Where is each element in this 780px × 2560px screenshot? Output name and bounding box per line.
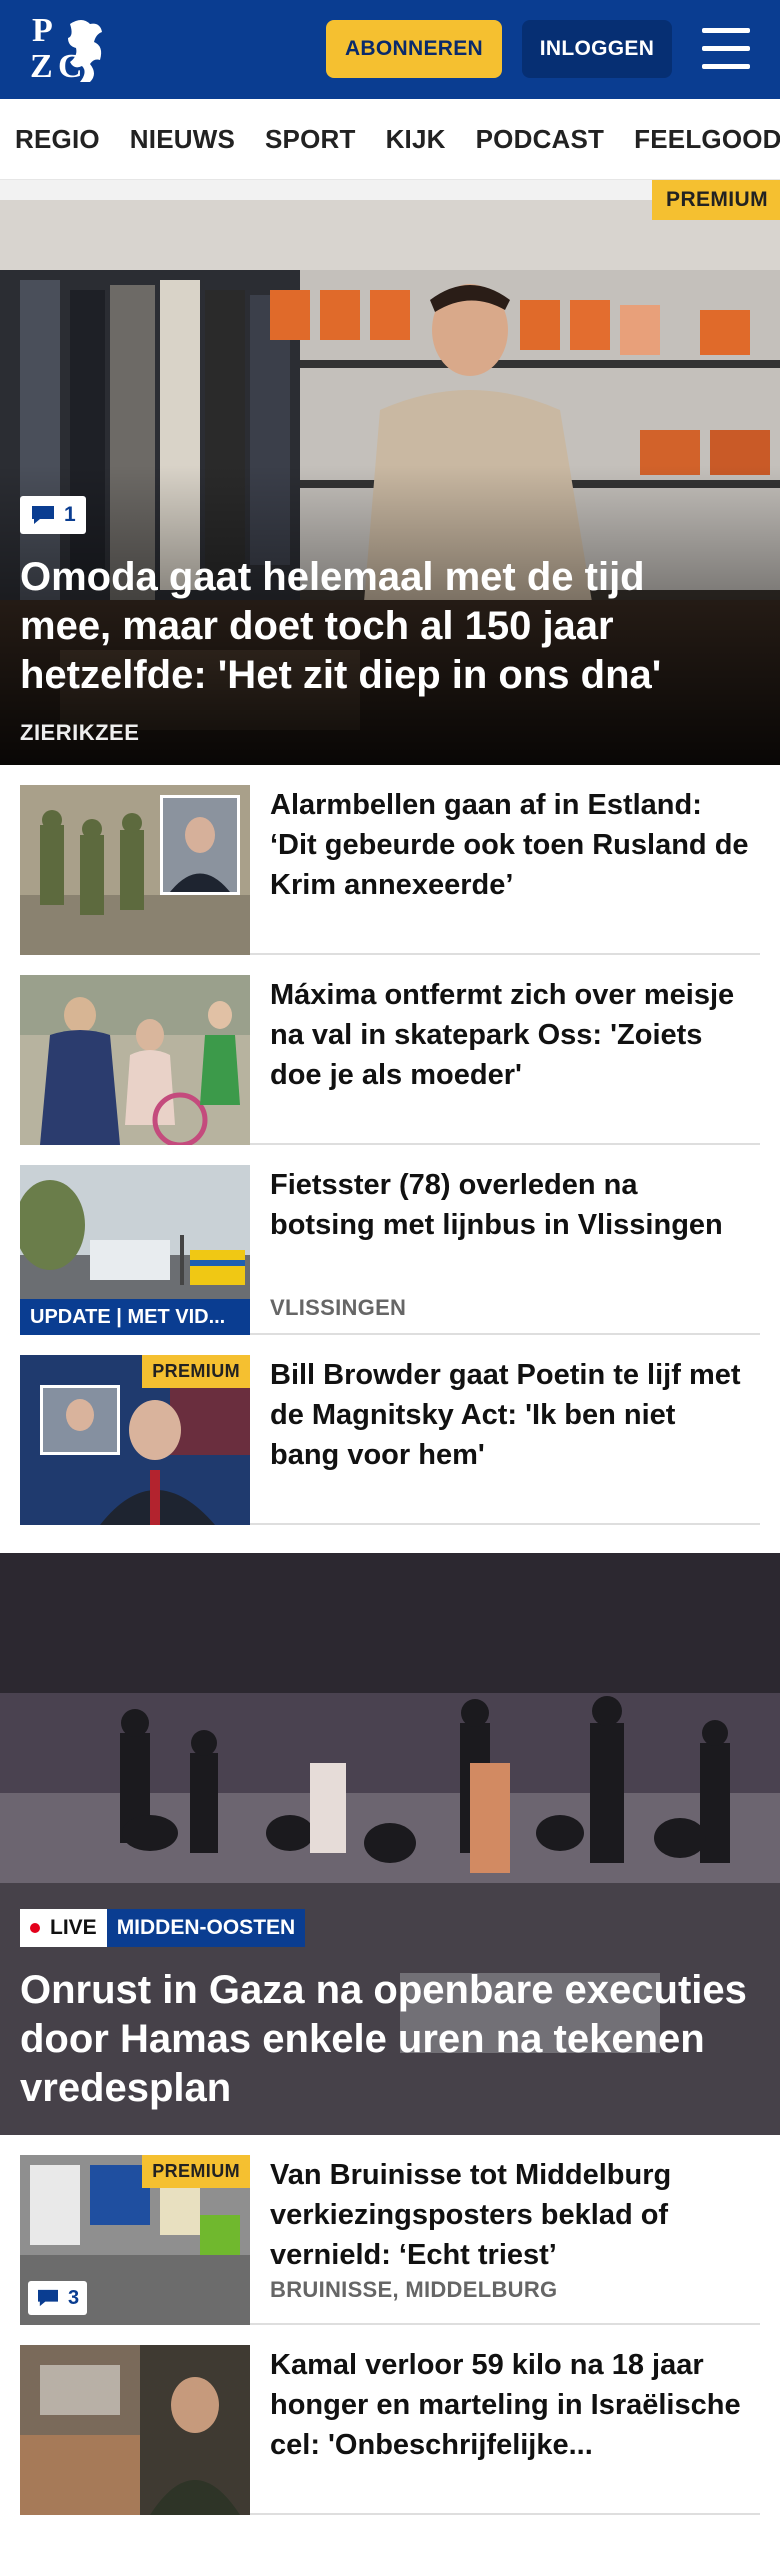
article-location: BRUINISSE, MIDDELBURG [270, 2277, 558, 2302]
nav-item-nieuws[interactable]: NIEUWS [130, 124, 235, 155]
comment-count-badge[interactable]: 3 [28, 2281, 88, 2315]
article-thumbnail[interactable] [20, 785, 250, 955]
list-item[interactable]: Máxima ontfermt zich over meisje na val … [20, 955, 760, 1145]
hero-article[interactable]: PREMIUM 1 Omoda gaat helemaal met de tij… [0, 180, 780, 765]
article-title[interactable]: Kamal verloor 59 kilo na 18 jaar honger … [270, 2345, 750, 2465]
article-title[interactable]: Máxima ontfermt zich over meisje na val … [270, 975, 750, 1095]
article-thumbnail[interactable]: PREMIUM [20, 1355, 250, 1525]
nav-item-sport[interactable]: SPORT [265, 124, 356, 155]
nav-item-kijk[interactable]: KIJK [386, 124, 446, 155]
premium-badge: PREMIUM [142, 1355, 250, 1388]
soldiers-image [20, 785, 250, 955]
maxima-image [20, 975, 250, 1145]
article-location: VLISSINGEN [270, 1295, 407, 1320]
comment-icon [38, 2289, 58, 2307]
nav-item-podcast[interactable]: PODCAST [476, 124, 605, 155]
list-item[interactable]: PREMIUM 3 Van Bruinisse tot Middelburg v… [20, 2135, 760, 2325]
article-thumbnail[interactable] [20, 975, 250, 1145]
nav-item-feelgood[interactable]: FEELGOOD [634, 124, 780, 155]
live-dot-icon [30, 1923, 40, 1933]
hero-headline[interactable]: Omoda gaat helemaal met de tijd mee, maa… [20, 553, 720, 700]
section-nav: REGIO NIEUWS SPORT KIJK PODCAST FEELGOOD… [0, 99, 780, 180]
article-thumbnail[interactable]: PREMIUM 3 [20, 2155, 250, 2325]
article-thumbnail[interactable] [20, 2345, 250, 2515]
list-item[interactable]: PREMIUM Bill Browder gaat Poetin te lijf… [20, 1335, 760, 1525]
login-button[interactable]: INLOGGEN [522, 20, 672, 78]
article-thumbnail[interactable]: UPDATE | MET VID... [20, 1165, 250, 1335]
article-title[interactable]: Fietsster (78) overleden na botsing met … [270, 1165, 750, 1245]
kamal-image [20, 2345, 250, 2515]
article-title[interactable]: Van Bruinisse tot Middelburg verkiezings… [270, 2155, 750, 2275]
article-title[interactable]: Bill Browder gaat Poetin te lijf met de … [270, 1355, 750, 1475]
list-item[interactable]: UPDATE | MET VID... Fietsster (78) overl… [20, 1145, 760, 1335]
subscribe-button[interactable]: ABONNEREN [326, 20, 502, 78]
lion-emblem-icon [68, 20, 102, 82]
update-video-tag: UPDATE | MET VID... [20, 1299, 250, 1335]
pzc-logo[interactable]: P Z C [28, 14, 110, 86]
site-header: P Z C ABONNEREN INLOGGEN [0, 0, 780, 99]
category-tag[interactable]: MIDDEN-OOSTEN [106, 1909, 306, 1947]
article-title[interactable]: Alarmbellen gaan af in Estland: ‘Dit geb… [270, 785, 750, 905]
comment-icon [32, 506, 54, 524]
premium-badge: PREMIUM [652, 180, 780, 220]
live-badge: LIVE [20, 1909, 107, 1947]
featured-headline[interactable]: Onrust in Gaza na openbare executies doo… [20, 1966, 760, 2113]
premium-badge: PREMIUM [142, 2155, 250, 2188]
hamburger-menu-icon[interactable] [698, 26, 754, 72]
hero-location: ZIERIKZEE [20, 720, 140, 745]
nav-item-regio[interactable]: REGIO [15, 124, 100, 155]
list-item[interactable]: Alarmbellen gaan af in Estland: ‘Dit geb… [20, 765, 760, 955]
comment-count-badge[interactable]: 1 [20, 496, 86, 534]
list-item[interactable]: Kamal verloor 59 kilo na 18 jaar honger … [20, 2325, 760, 2515]
featured-live-article[interactable]: LIVE MIDDEN-OOSTEN Onrust in Gaza na ope… [0, 1553, 780, 2135]
